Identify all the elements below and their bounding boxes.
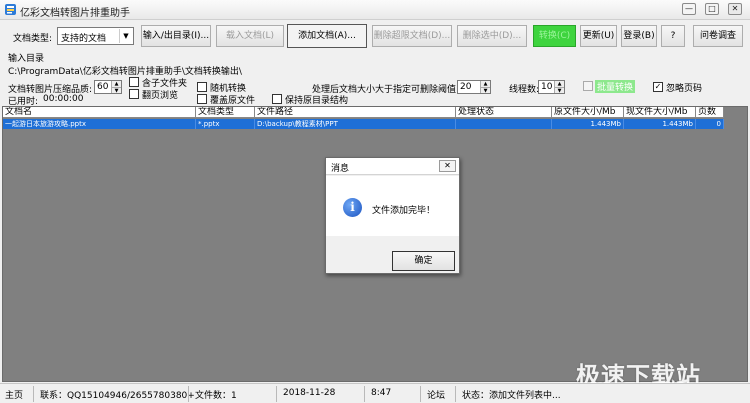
delete-over-button[interactable]: 删除超限文档(D)... (372, 25, 452, 47)
page-preview-label: 翻页浏览 (142, 91, 179, 101)
include-subfolders-checkbox[interactable] (129, 77, 139, 87)
column-header-pages[interactable]: 页数 (696, 107, 724, 118)
threads-label: 线程数: (509, 85, 540, 95)
delete-selected-button[interactable]: 删除选中(D)... (457, 25, 527, 47)
help-button[interactable]: ? (661, 25, 685, 47)
info-icon: i (343, 198, 362, 217)
status-separator (33, 386, 34, 402)
status-separator (276, 386, 277, 402)
stepper-down-icon[interactable]: ▼ (111, 87, 121, 94)
status-bar: 主页 联系：QQ15104946/2655780380+ 文件数：1 2018-… (0, 383, 750, 403)
threshold-value: 20 (460, 82, 472, 92)
status-time: 8:47 (371, 388, 392, 398)
doc-type-select[interactable]: 支持的文档 ▼ (57, 27, 134, 45)
cell-status (456, 119, 552, 129)
doc-type-label: 文档类型: (13, 34, 53, 44)
overwrite-original-checkbox[interactable] (197, 94, 207, 104)
threads-value: 10 (541, 82, 553, 92)
message-dialog: 消息 ✕ i 文件添加完毕！ 确定 (325, 157, 460, 274)
dialog-message: 文件添加完毕！ (372, 206, 436, 216)
update-button[interactable]: 更新(U) (580, 25, 617, 47)
close-button[interactable]: ✕ (728, 3, 742, 15)
cell-new-size: 1.443Mb (624, 119, 696, 129)
batch-convert-checkbox[interactable] (583, 81, 593, 91)
column-header-orig-size[interactable]: 原文件大小/Mb (552, 107, 624, 118)
cell-orig-size: 1.443Mb (552, 119, 624, 129)
dialog-title: 消息 (331, 164, 350, 174)
io-dir-button[interactable]: 输入/出目录(I)... (141, 25, 211, 47)
load-doc-button[interactable]: 载入文档(L) (216, 25, 284, 47)
survey-button[interactable]: 问卷调查 (693, 25, 743, 47)
status-file-count: 文件数：1 (195, 391, 237, 401)
login-button[interactable]: 登录(B) (621, 25, 657, 47)
cell-path: D:\backup\教程素材\PPT (255, 119, 456, 129)
chevron-down-icon: ▼ (119, 29, 132, 43)
column-header-path[interactable]: 文件路径 (255, 107, 456, 118)
status-separator (455, 386, 456, 402)
column-header-type[interactable]: 文档类型 (196, 107, 255, 118)
status-separator (420, 386, 421, 402)
dialog-body: i 文件添加完毕！ (326, 176, 459, 236)
ok-button[interactable]: 确定 (392, 251, 455, 271)
app-icon (5, 4, 16, 15)
threshold-stepper[interactable]: 20 ▲ ▼ (457, 80, 491, 94)
convert-button[interactable]: 转换(C) (533, 25, 576, 47)
maximize-button[interactable]: □ (705, 3, 719, 15)
cell-name: 一起游日本旅游攻略.pptx (3, 119, 196, 129)
column-header-new-size[interactable]: 现文件大小/Mb (624, 107, 696, 118)
status-separator (364, 386, 365, 402)
cell-pages: 0 (696, 119, 724, 129)
page-preview-checkbox[interactable] (129, 89, 139, 99)
status-home[interactable]: 主页 (5, 388, 23, 401)
window-title: 亿彩文档转图片排重助手 (20, 8, 130, 19)
quality-stepper[interactable]: 60 ▲ ▼ (94, 80, 122, 94)
input-dir-label: 输入目录 (8, 54, 45, 64)
batch-convert-label: 批量转换 (595, 80, 636, 93)
stepper-down-icon[interactable]: ▼ (480, 87, 490, 94)
minimize-button[interactable]: — (682, 3, 696, 15)
status-forum[interactable]: 论坛 (427, 388, 445, 401)
random-convert-checkbox[interactable] (197, 82, 207, 92)
ignore-page-numbers-checkbox[interactable]: ✓ (653, 82, 663, 92)
overwrite-original-label: 覆盖原文件 (210, 96, 256, 106)
ignore-page-numbers-label: 忽略页码 (666, 84, 703, 94)
status-separator (188, 386, 189, 402)
status-date: 2018-11-28 (283, 388, 336, 398)
keep-dir-structure-checkbox[interactable] (272, 94, 282, 104)
threshold-label: 处理后文档大小大于指定可删除阈值: (312, 85, 460, 95)
quality-value: 60 (97, 82, 109, 92)
output-path[interactable]: C:\ProgramData\亿彩文档转图片排重助手\文档转换输出\ (8, 64, 242, 77)
add-doc-button[interactable]: 添加文档(A)... (287, 24, 367, 48)
title-bar: 亿彩文档转图片排重助手 — □ ✕ (0, 0, 750, 20)
threads-stepper[interactable]: 10 ▲ ▼ (538, 80, 565, 94)
column-header-status[interactable]: 处理状态 (456, 107, 552, 118)
status-text: 状态：添加文件列表中... (462, 391, 561, 401)
stepper-down-icon[interactable]: ▼ (554, 87, 564, 94)
column-header-name[interactable]: 文档名 (3, 107, 196, 118)
elapsed-value: 00:00:00 (43, 94, 84, 104)
dialog-close-button[interactable]: ✕ (439, 160, 456, 172)
cell-type: *.pptx (196, 119, 255, 129)
status-contact: 联系：QQ15104946/2655780380+ (40, 391, 195, 401)
doc-type-value: 支持的文档 (61, 34, 107, 44)
